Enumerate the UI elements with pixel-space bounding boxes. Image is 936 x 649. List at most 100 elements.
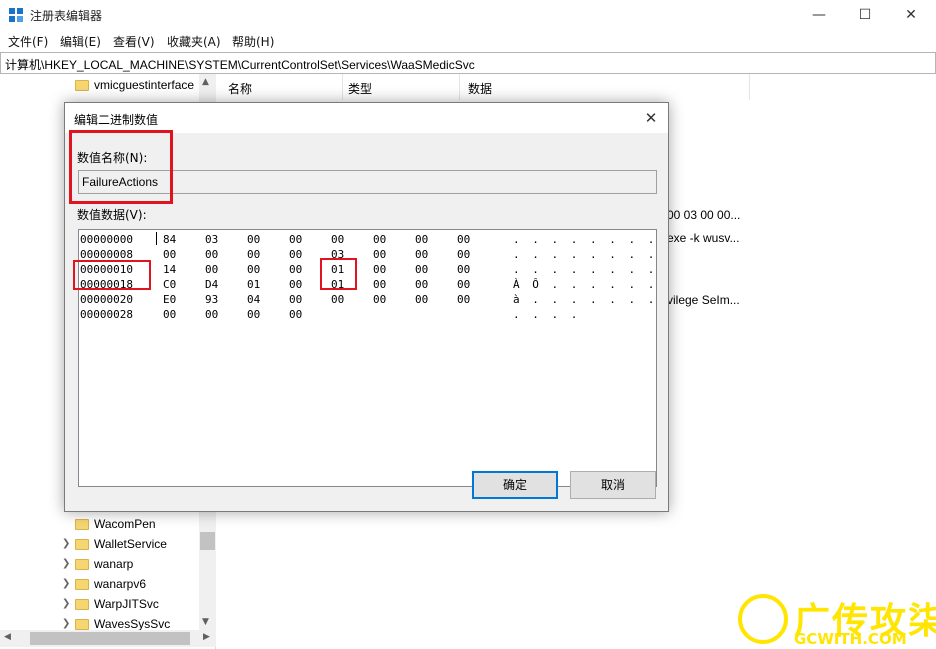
column-label: 数据 [468, 82, 493, 96]
tree-item-label: WalletService [94, 537, 167, 551]
tree-horizontal-scrollbar[interactable]: ◀ ▶ [0, 630, 216, 647]
menu-view[interactable]: 查看(V) [113, 33, 155, 50]
value-data-label: 数值数据(V): [77, 208, 147, 222]
menu-bar: 文件(F) 编辑(E) 查看(V) 收藏夹(A) 帮助(H) [0, 30, 936, 51]
hex-byte: 00 [247, 263, 261, 276]
tree-item-wacompen[interactable]: WacomPen [62, 515, 202, 535]
hex-byte: 00 [163, 308, 177, 321]
hex-byte: 04 [247, 293, 261, 306]
hex-byte: 00 [331, 293, 345, 306]
minimize-button[interactable]: — [796, 0, 842, 30]
hex-offset: 00000000 [80, 233, 133, 246]
list-header: 名称 类型 数据 [220, 74, 936, 100]
hex-byte: 00 [415, 293, 429, 306]
column-data[interactable]: 数据 [460, 74, 750, 100]
hex-offset: 00000028 [80, 308, 133, 321]
chevron-right-icon[interactable]: ❯ [62, 598, 70, 609]
scroll-thumb[interactable] [30, 632, 190, 645]
hex-byte: C0 [163, 278, 177, 291]
menu-edit[interactable]: 编辑(E) [60, 33, 101, 50]
hex-byte: E0 [163, 293, 177, 306]
hex-byte: 00 [289, 278, 303, 291]
hex-byte: 00 [289, 263, 303, 276]
scroll-right-icon[interactable]: ▶ [203, 632, 210, 642]
hex-byte: 00 [373, 293, 387, 306]
list-value-partial: vilege SeIm... [667, 293, 740, 307]
hex-byte: 00 [331, 233, 345, 246]
chevron-right-icon[interactable]: ❯ [62, 578, 70, 589]
scroll-up-icon[interactable]: ▲ [202, 77, 209, 87]
chevron-right-icon[interactable]: ❯ [62, 618, 70, 629]
dialog-title-bar: 编辑二进制数值 ✕ [65, 103, 668, 133]
hex-byte: 14 [163, 263, 177, 276]
hex-offset: 00000020 [80, 293, 133, 306]
folder-icon [75, 539, 89, 550]
hex-byte: 00 [163, 248, 177, 261]
hex-ascii: à . . . . . . . [513, 293, 658, 306]
column-name[interactable]: 名称 [220, 74, 343, 100]
hex-row: 00000008 00 00 00 00 03 00 00 00. . . . . . . . [79, 248, 656, 263]
column-type[interactable]: 类型 [340, 74, 460, 100]
tree-item-label: vmicguestinterface [94, 78, 195, 92]
scroll-down-icon[interactable]: ▼ [202, 617, 209, 627]
tree-item-label: WacomPen [94, 517, 156, 531]
scroll-left-icon[interactable]: ◀ [4, 632, 11, 642]
menu-favorites[interactable]: 收藏夹(A) [167, 33, 221, 50]
maximize-button[interactable]: ☐ [842, 0, 888, 30]
hex-editor[interactable]: 00000000 84 03 00 00 00 00 00 00. . . . . . . .0… [78, 229, 657, 487]
folder-icon [75, 80, 89, 91]
close-window-button[interactable]: ✕ [888, 0, 934, 30]
hex-byte: 01 [247, 278, 261, 291]
address-bar[interactable]: 计算机\HKEY_LOCAL_MACHINE\SYSTEM\CurrentCon… [0, 52, 936, 74]
dialog-close-button[interactable]: ✕ [640, 107, 662, 129]
hex-byte: 00 [457, 233, 471, 246]
hex-byte: 00 [205, 308, 219, 321]
hex-row: 00000010 14 00 00 00 01 00 00 00. . . . . . . . [79, 263, 656, 278]
tree-item-label: WavesSysSvc [94, 617, 171, 631]
hex-byte: 00 [205, 263, 219, 276]
watermark-circle-icon [738, 594, 788, 644]
hex-byte: 00 [415, 233, 429, 246]
menu-file[interactable]: 文件(F) [8, 33, 48, 50]
scroll-thumb[interactable] [200, 532, 215, 550]
hex-byte: 00 [289, 248, 303, 261]
hex-byte: 93 [205, 293, 219, 306]
hex-row: 00000018 C0 D4 01 00 01 00 00 00 À Ô . . . . . . [79, 278, 656, 293]
ok-button[interactable]: 确定 [472, 471, 558, 499]
tree-item-wanarp[interactable]: ❯ wanarp [62, 555, 202, 575]
hex-ascii: . . . . [513, 308, 581, 321]
hex-byte: 84 [163, 233, 177, 246]
address-path: 计算机\HKEY_LOCAL_MACHINE\SYSTEM\CurrentCon… [5, 58, 475, 72]
hex-byte: 03 [205, 233, 219, 246]
tree-item-wanarpv6[interactable]: ❯ wanarpv6 [62, 575, 202, 595]
chevron-right-icon[interactable]: ❯ [62, 558, 70, 569]
tree-item-walletservice[interactable]: ❯ WalletService [62, 535, 202, 555]
hex-byte: 00 [457, 263, 471, 276]
hex-row: 00000020 E0 93 04 00 00 00 00 00 à . . . . . . . [79, 293, 656, 308]
hex-byte: 00 [415, 263, 429, 276]
hex-byte: 00 [415, 248, 429, 261]
hex-ascii: À Ô . . . . . . [513, 278, 658, 291]
hex-row: 00000028 00 00 00 00 . . . . [79, 308, 656, 323]
hex-byte: 00 [373, 233, 387, 246]
tree-item-label: wanarp [94, 557, 134, 571]
highlight-box-name [69, 130, 173, 204]
folder-icon [75, 619, 89, 630]
hex-byte: 00 [415, 278, 429, 291]
hex-ascii: . . . . . . . . [513, 248, 658, 261]
tree-item-label: wanarpv6 [94, 577, 147, 591]
hex-ascii: . . . . . . . . [513, 263, 658, 276]
watermark-subtext: GCWITH.COM [794, 630, 907, 648]
menu-help[interactable]: 帮助(H) [232, 33, 274, 50]
list-value-partial: 00 03 00 00... [667, 208, 741, 222]
folder-icon [75, 559, 89, 570]
tree-item[interactable]: vmicguestinterface [62, 76, 202, 96]
hex-byte: 00 [289, 308, 303, 321]
chevron-right-icon[interactable]: ❯ [62, 538, 70, 549]
column-label: 名称 [228, 82, 253, 96]
folder-icon [75, 579, 89, 590]
hex-byte: 00 [457, 278, 471, 291]
tree-item-warpjitsvc[interactable]: ❯ WarpJITSvc [62, 595, 202, 615]
cancel-button[interactable]: 取消 [570, 471, 656, 499]
folder-icon [75, 519, 89, 530]
